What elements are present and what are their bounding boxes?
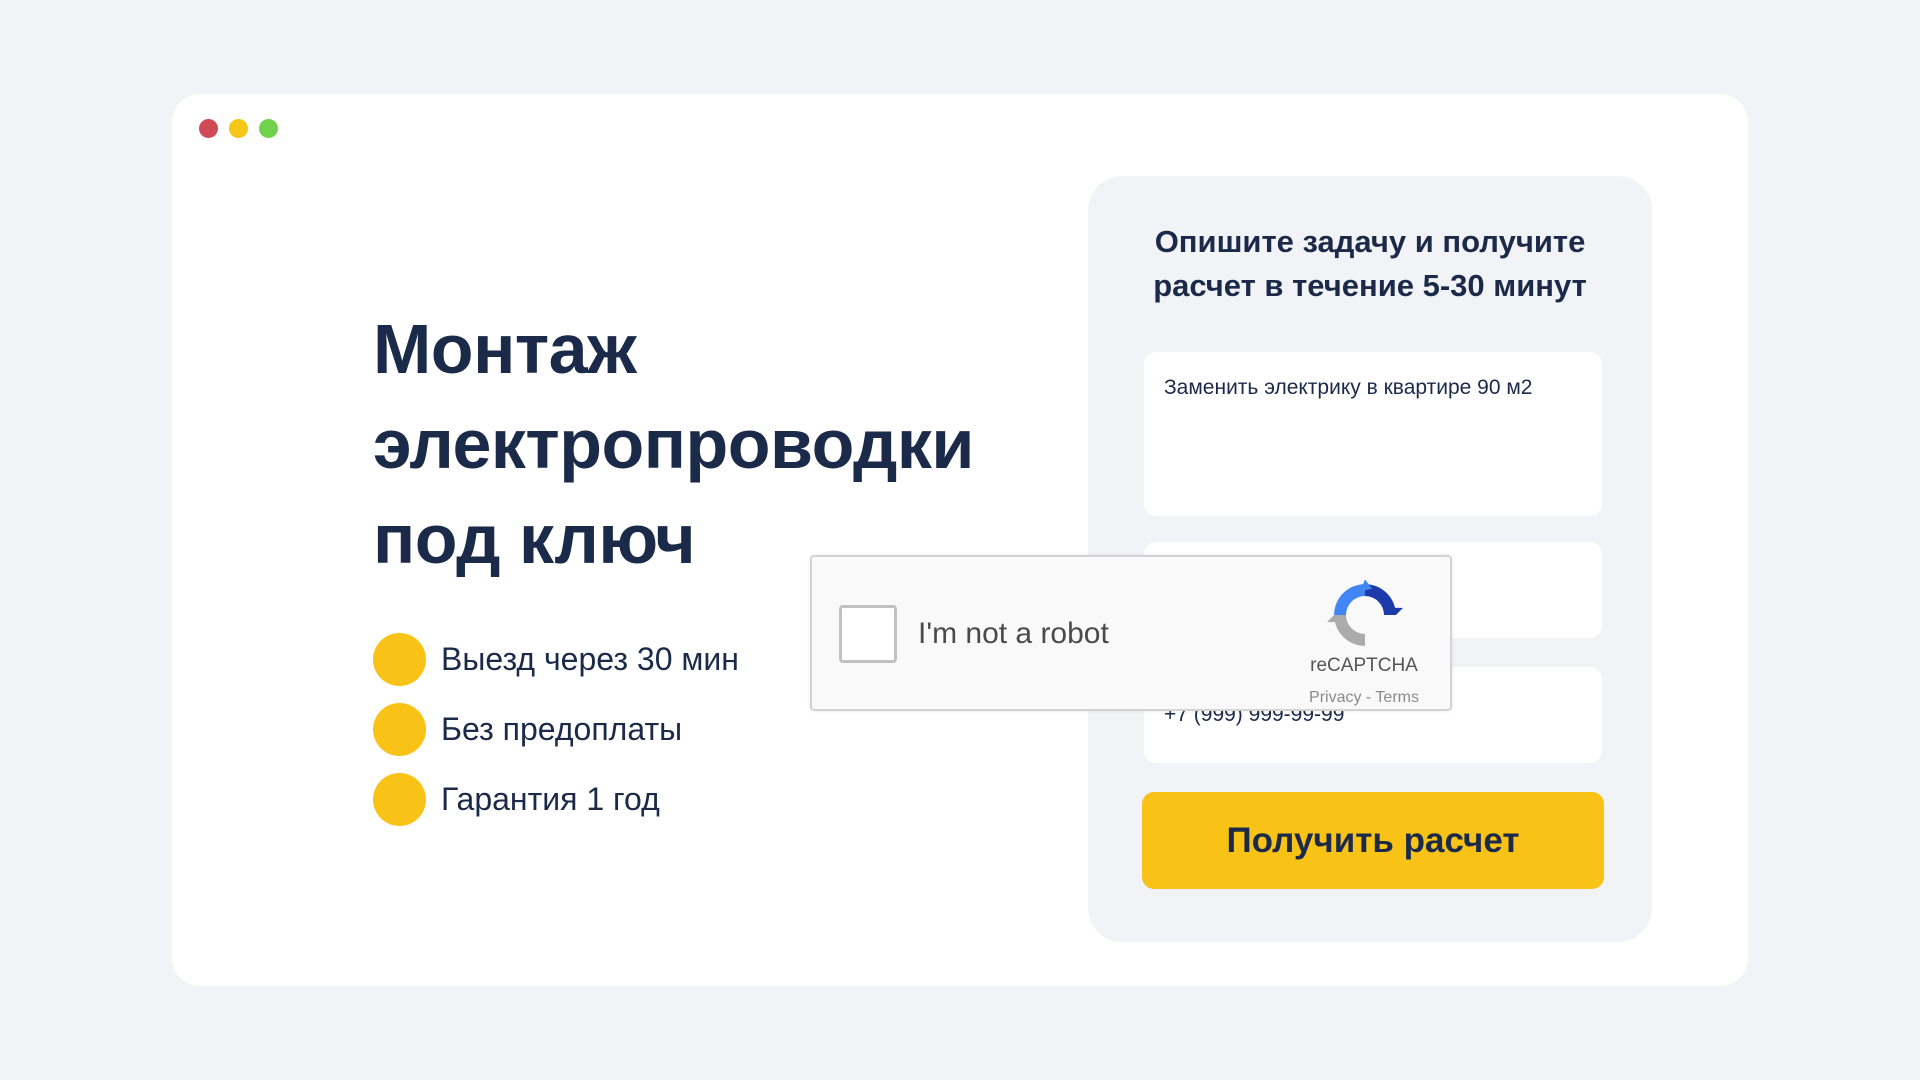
get-estimate-button[interactable]: Получить расчет <box>1142 792 1604 889</box>
recaptcha-logo-icon <box>1327 579 1403 646</box>
feature-item: Гарантия 1 год <box>373 764 739 834</box>
feature-list: Выезд через 30 мин Без предоплаты Гарант… <box>373 624 739 834</box>
yellow-circle-bullet-icon <box>373 632 426 686</box>
form-title-line1: Опишите задачу и получите <box>1154 224 1586 259</box>
form-title: Опишите задачу и получите расчет в течен… <box>1088 220 1652 308</box>
feature-item: Без предоплаты <box>373 694 739 764</box>
browser-window: Монтаж электропроводки под ключ Выезд че… <box>172 94 1748 986</box>
hero-title-line2: электропроводки <box>373 405 974 483</box>
minimize-dot-icon[interactable] <box>229 119 248 138</box>
recaptcha-privacy-terms-links[interactable]: Privacy - Terms <box>1282 689 1446 707</box>
recaptcha-label: I'm not a robot <box>918 617 1109 650</box>
feature-text: Без предоплаты <box>441 710 683 747</box>
recaptcha-checkbox[interactable] <box>839 605 897 663</box>
hero-title: Монтаж электропроводки под ключ <box>373 302 1023 587</box>
yellow-circle-bullet-icon <box>373 772 426 826</box>
yellow-circle-bullet-icon <box>373 702 426 756</box>
feature-item: Выезд через 30 мин <box>373 624 739 694</box>
window-controls <box>199 119 278 138</box>
maximize-dot-icon[interactable] <box>259 119 278 138</box>
recaptcha-widget: I'm not a robot reCAPTCHA Privacy - Term… <box>810 555 1452 711</box>
close-dot-icon[interactable] <box>199 119 218 138</box>
hero-title-line1: Монтаж <box>373 310 637 388</box>
feature-text: Гарантия 1 год <box>441 780 660 817</box>
hero-title-line3: под ключ <box>373 500 696 578</box>
hero-section: Монтаж электропроводки под ключ <box>373 302 1023 587</box>
recaptcha-brand: reCAPTCHA <box>1310 655 1418 676</box>
feature-text: Выезд через 30 мин <box>441 640 739 677</box>
form-title-line2: расчет в течение 5-30 минут <box>1153 268 1587 303</box>
task-description-field[interactable]: Заменить электрику в квартире 90 м2 <box>1144 352 1602 516</box>
